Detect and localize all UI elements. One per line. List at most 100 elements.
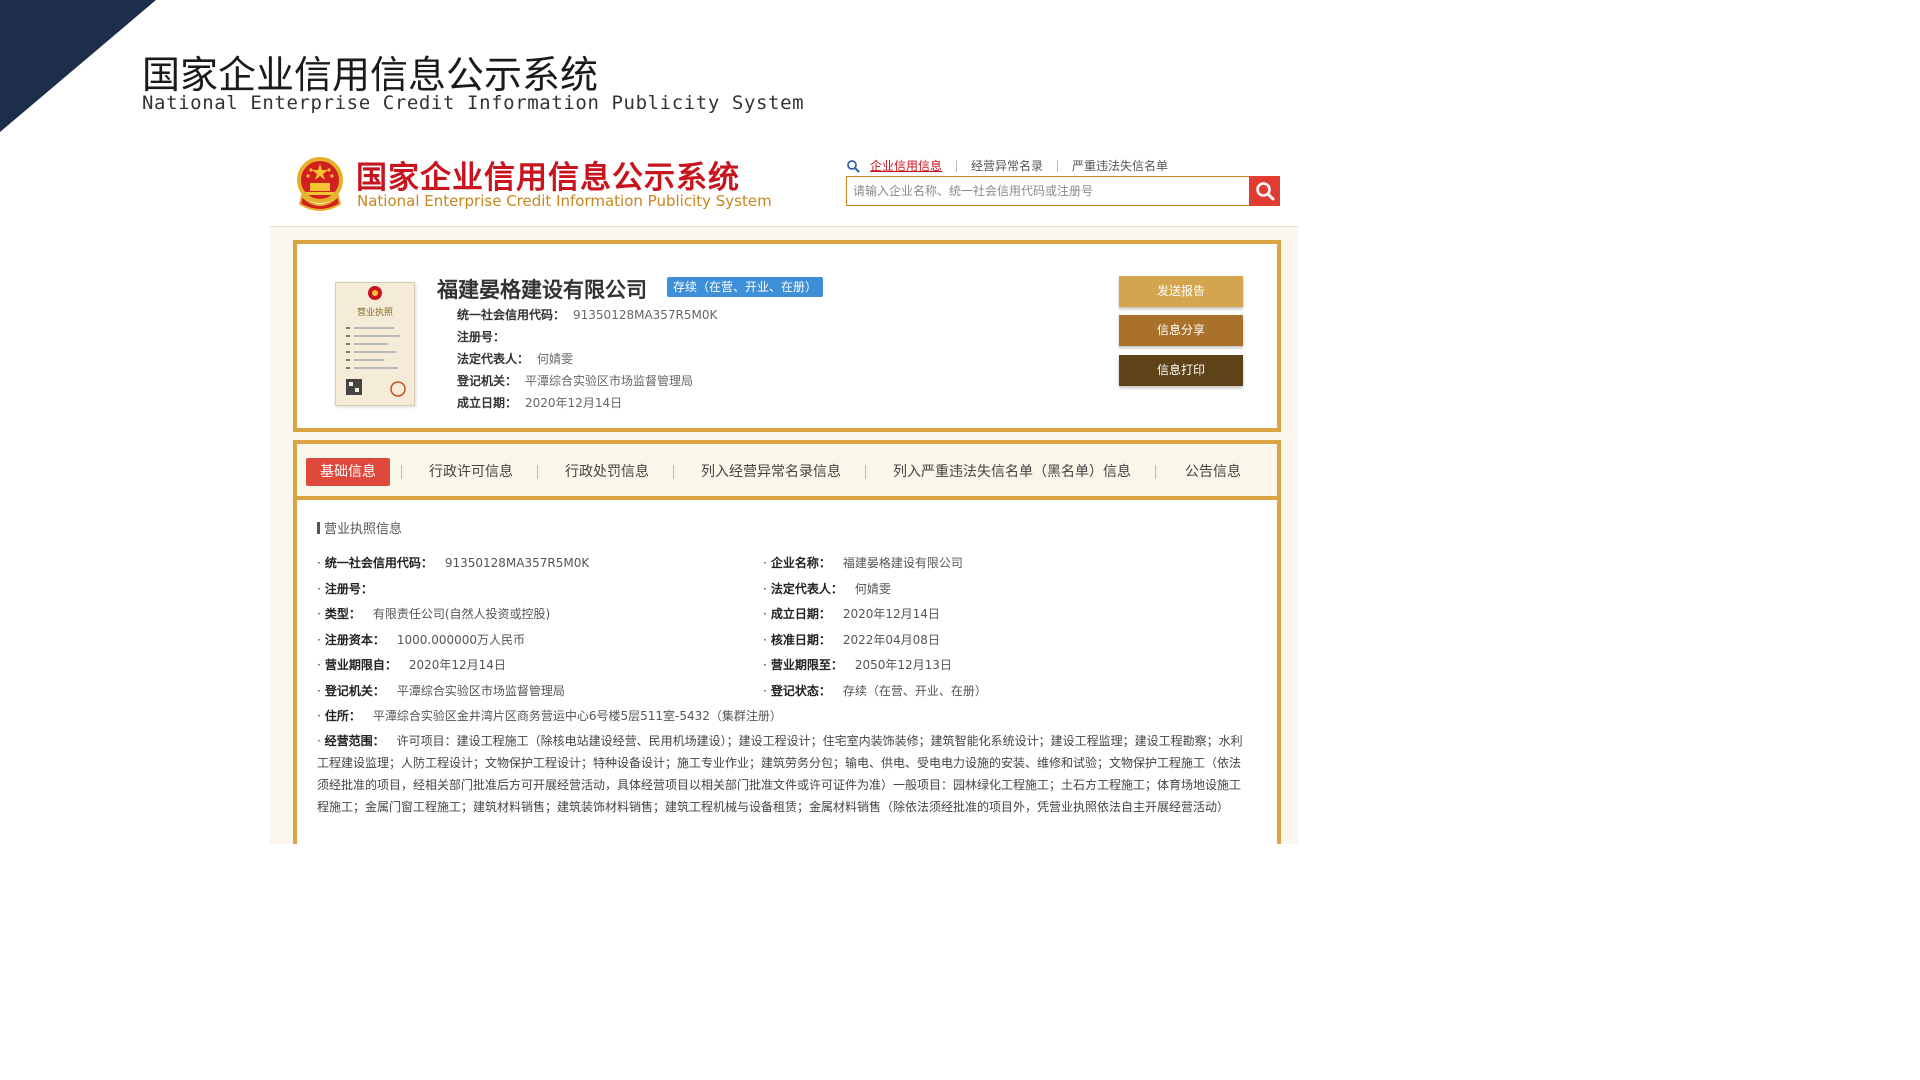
bullet: · bbox=[317, 734, 321, 748]
tab-divider bbox=[401, 465, 402, 479]
bullet: · bbox=[317, 633, 321, 647]
license-thumb-title: 营业执照 bbox=[357, 306, 393, 318]
info-label: 统一社会信用代码： bbox=[457, 308, 566, 322]
tab-admin-license[interactable]: 行政许可信息 bbox=[429, 458, 513, 486]
tab-abnormal-list[interactable]: 列入经营异常名录信息 bbox=[701, 458, 841, 486]
search-tab-abnormal-list[interactable]: 经营异常名录 bbox=[969, 157, 1045, 174]
search-icon bbox=[1255, 182, 1274, 201]
info-label: 登记机关： bbox=[457, 374, 518, 388]
search-tab-blacklist[interactable]: 严重违法失信名单 bbox=[1070, 157, 1170, 174]
info-label: 注册号： bbox=[457, 330, 506, 344]
company-basic-info: 统一社会信用代码： 91350128MA357R5M0K 注册号： 法定代表人： 何… bbox=[457, 304, 717, 414]
search-box bbox=[846, 176, 1280, 206]
business-license-thumbnail[interactable]: 营业执照 bbox=[335, 282, 415, 406]
bullet: · bbox=[763, 633, 767, 647]
slide-subtitle: National Enterprise Credit Information P… bbox=[142, 92, 805, 114]
section-title-text: 营业执照信息 bbox=[324, 522, 403, 537]
field-value: 平潭综合实验区市场监督管理局 bbox=[396, 684, 565, 698]
info-value: 2020年12月14日 bbox=[525, 396, 623, 410]
tab-separator bbox=[956, 159, 958, 172]
license-field-credit-code: · 统一社会信用代码： 91350128MA357R5M0K bbox=[317, 554, 589, 571]
search-tabs: 企业信用信息 经营异常名录 严重违法失信名单 bbox=[846, 157, 1170, 174]
field-value: 91350128MA357R5M0K bbox=[444, 556, 590, 570]
info-row-credit-code: 统一社会信用代码： 91350128MA357R5M0K bbox=[457, 304, 717, 326]
search-icon bbox=[846, 159, 860, 173]
tab-divider bbox=[865, 465, 866, 479]
site-title-en: National Enterprise Credit Information P… bbox=[357, 192, 772, 210]
field-label: 登记状态： bbox=[770, 684, 831, 698]
field-label: 法定代表人： bbox=[770, 582, 843, 596]
field-value: 2020年12月14日 bbox=[842, 607, 940, 621]
field-label: 企业名称： bbox=[770, 556, 831, 570]
section-marker bbox=[317, 522, 320, 534]
field-label: 统一社会信用代码： bbox=[324, 556, 433, 570]
share-info-button[interactable]: 信息分享 bbox=[1119, 315, 1243, 346]
field-label: 登记机关： bbox=[324, 684, 385, 698]
field-value: 有限责任公司(自然人投资或控股) bbox=[372, 607, 551, 621]
field-value: 许可项目：建设工程施工（除核电站建设经营、民用机场建设）；建设工程设计；住宅室内… bbox=[317, 734, 1243, 814]
field-value: 2050年12月13日 bbox=[854, 658, 952, 672]
tab-divider bbox=[1155, 465, 1156, 479]
field-label: 经营范围： bbox=[324, 734, 385, 748]
info-label: 成立日期： bbox=[457, 396, 518, 410]
info-row-legal-rep: 法定代表人： 何婧雯 bbox=[457, 348, 717, 370]
field-label: 营业期限自： bbox=[324, 658, 397, 672]
info-label: 法定代表人： bbox=[457, 352, 530, 366]
field-label: 营业期限至： bbox=[770, 658, 843, 672]
info-value: 何婧雯 bbox=[537, 352, 574, 366]
bullet: · bbox=[317, 684, 321, 698]
company-name: 福建晏格建设有限公司 bbox=[437, 278, 647, 302]
field-value: 存续（在营、开业、在册） bbox=[842, 684, 987, 698]
bullet: · bbox=[317, 607, 321, 621]
slide-title: 国家企业信用信息公示系统 bbox=[142, 53, 599, 97]
tab-separator bbox=[1057, 159, 1059, 172]
field-label: 住所： bbox=[324, 709, 361, 723]
search-button[interactable] bbox=[1249, 176, 1280, 206]
field-value: 1000.000000万人民币 bbox=[396, 633, 526, 647]
national-emblem-icon bbox=[294, 156, 346, 212]
info-value: 91350128MA357R5M0K bbox=[573, 308, 718, 322]
company-summary-card: 营业执照 福建晏格建设有限公司 存续（在营、开业、在册） 统一社会信用代码： 91… bbox=[293, 240, 1281, 432]
info-value: 平潭综合实验区市场监督管理局 bbox=[525, 374, 694, 388]
company-detail-card: 基础信息 行政许可信息 行政处罚信息 列入经营异常名录信息 列入严重违法失信名单… bbox=[293, 440, 1281, 844]
license-field-legal-rep: · 法定代表人： 何婧雯 bbox=[763, 580, 891, 597]
info-row-reg-number: 注册号： bbox=[457, 326, 717, 348]
info-row-reg-authority: 登记机关： 平潭综合实验区市场监督管理局 bbox=[457, 370, 717, 392]
print-info-button[interactable]: 信息打印 bbox=[1119, 355, 1243, 386]
field-label: 类型： bbox=[324, 607, 361, 621]
bullet: · bbox=[317, 709, 321, 723]
bullet: · bbox=[763, 607, 767, 621]
field-value: 福建晏格建设有限公司 bbox=[842, 556, 963, 570]
license-field-term-to: · 营业期限至： 2050年12月13日 bbox=[763, 656, 952, 673]
search-input[interactable] bbox=[847, 177, 1254, 205]
section-title: 营业执照信息 bbox=[317, 518, 402, 537]
search-tab-enterprise-credit[interactable]: 企业信用信息 bbox=[868, 157, 944, 174]
field-label: 成立日期： bbox=[770, 607, 831, 621]
tab-blacklist[interactable]: 列入严重违法失信名单（黑名单）信息 bbox=[893, 458, 1131, 486]
site-header: 国家企业信用信息公示系统 National Enterprise Credit … bbox=[270, 140, 1298, 227]
license-field-business-scope: · 经营范围： 许可项目：建设工程施工（除核电站建设经营、民用机场建设）；建设工程… bbox=[317, 730, 1247, 818]
license-field-company-name: · 企业名称： 福建晏格建设有限公司 bbox=[763, 554, 963, 571]
license-field-founded: · 成立日期： 2020年12月14日 bbox=[763, 605, 940, 622]
license-field-reg-number: · 注册号： bbox=[317, 580, 385, 597]
bullet: · bbox=[763, 684, 767, 698]
bullet: · bbox=[763, 658, 767, 672]
send-report-button[interactable]: 发送报告 bbox=[1119, 276, 1243, 307]
info-row-founded: 成立日期： 2020年12月14日 bbox=[457, 392, 717, 414]
field-label: 注册资本： bbox=[324, 633, 385, 647]
tab-divider bbox=[537, 465, 538, 479]
tab-announcements[interactable]: 公告信息 bbox=[1185, 458, 1241, 486]
status-badge: 存续（在营、开业、在册） bbox=[667, 277, 824, 297]
field-value: 何婧雯 bbox=[854, 582, 891, 596]
tab-admin-penalty[interactable]: 行政处罚信息 bbox=[565, 458, 649, 486]
bullet: · bbox=[763, 582, 767, 596]
license-field-capital: · 注册资本： 1000.000000万人民币 bbox=[317, 631, 525, 648]
site-title[interactable]: 国家企业信用信息公示系统 bbox=[356, 152, 740, 197]
license-field-term-from: · 营业期限自： 2020年12月14日 bbox=[317, 656, 506, 673]
tab-basic-info[interactable]: 基础信息 bbox=[306, 458, 390, 486]
field-value: 平潭综合实验区金井湾片区商务营运中心6号楼5层511室-5432（集群注册） bbox=[372, 709, 782, 723]
field-value: 2020年12月14日 bbox=[408, 658, 506, 672]
bullet: · bbox=[317, 556, 321, 570]
field-label: 核准日期： bbox=[770, 633, 831, 647]
corner-decoration bbox=[0, 0, 156, 132]
